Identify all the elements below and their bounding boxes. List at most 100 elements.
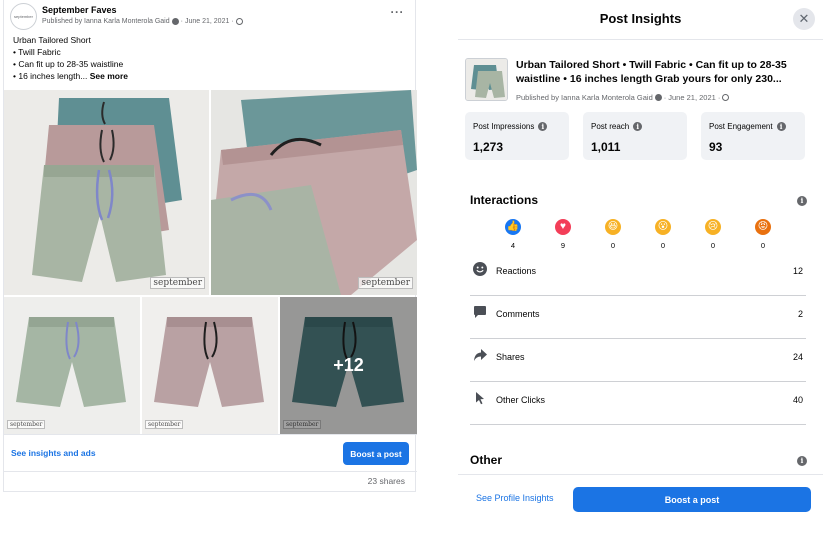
post-actions-bar: See insights and ads Boost a post xyxy=(4,434,417,472)
post-thumbnail-image xyxy=(466,59,507,100)
byline-separator: · xyxy=(180,18,183,25)
stat-label-text: Post Impressions xyxy=(473,122,535,131)
stat-value: 93 xyxy=(709,140,723,154)
sage-short-image xyxy=(4,297,140,434)
post-date: June 21, 2021 xyxy=(668,93,716,102)
reaction-count: 0 xyxy=(660,241,666,250)
watermark: september xyxy=(145,420,184,429)
panel-footer: See Profile Insights Boost a post xyxy=(458,474,823,518)
info-icon[interactable]: i xyxy=(633,122,643,131)
haha-icon: 😆 xyxy=(605,219,621,235)
page-name[interactable]: September Faves xyxy=(42,5,117,15)
reaction-like: 👍 4 xyxy=(502,219,524,250)
love-icon: ♥ xyxy=(555,219,571,235)
stat-card-engagement: Post Engagement i 93 xyxy=(701,112,805,160)
metric-label: Reactions xyxy=(496,266,537,276)
photo-teal-short-more[interactable]: september +12 xyxy=(280,297,417,434)
info-icon[interactable]: i xyxy=(538,122,548,131)
stat-label: Post reach i xyxy=(591,122,643,131)
post-text-line: • Twill Fabric xyxy=(13,47,61,57)
more-options-icon[interactable]: ··· xyxy=(391,5,405,19)
other-info-icon[interactable]: i xyxy=(797,456,807,466)
reaction-count: 0 xyxy=(610,241,616,250)
stat-label-text: Post reach xyxy=(591,122,630,131)
byline-separator: · xyxy=(663,93,667,102)
interactions-title: Interactions xyxy=(470,193,539,207)
post-text-line-last: • 16 inches length... See more xyxy=(13,70,408,82)
info-circle-icon[interactable] xyxy=(171,18,179,25)
cursor-icon xyxy=(476,392,484,405)
metric-value: 12 xyxy=(792,266,803,276)
photo-grid: september september september september … xyxy=(4,90,417,434)
metric-value: 2 xyxy=(797,309,803,319)
watermark: september xyxy=(150,277,205,289)
see-insights-link[interactable]: See insights and ads xyxy=(11,448,96,458)
boost-post-button[interactable]: Boost a post xyxy=(343,442,409,465)
metric-label: Other Clicks xyxy=(496,395,546,405)
reaction-sad: 😢 0 xyxy=(702,219,724,250)
stat-label: Post Engagement i xyxy=(709,122,786,131)
globe-icon xyxy=(235,18,243,25)
photo-stacked-shorts[interactable]: september xyxy=(4,90,209,295)
reaction-count: 0 xyxy=(760,241,766,250)
panel-title: Post Insights xyxy=(599,11,682,26)
more-photos-count: +12 xyxy=(333,355,364,375)
stat-label-text: Post Engagement xyxy=(709,122,773,131)
see-more-link[interactable]: See more xyxy=(90,71,128,81)
metric-row-comments[interactable]: Comments 2 xyxy=(470,297,806,339)
avatar-text: september xyxy=(14,14,33,19)
smiley-icon xyxy=(473,262,487,276)
reaction-haha: 😆 0 xyxy=(602,219,624,250)
see-profile-insights-link[interactable]: See Profile Insights xyxy=(476,493,554,503)
post-text-line: Urban Tailored Short xyxy=(13,35,91,45)
metric-row-shares[interactable]: Shares 24 xyxy=(470,340,806,382)
byline-separator-2: · xyxy=(717,93,721,102)
stat-value: 1,273 xyxy=(473,140,504,154)
boost-post-button-large[interactable]: Boost a post xyxy=(573,487,811,512)
info-circle-icon[interactable] xyxy=(654,94,662,101)
published-by-text: Published by Ianna Karla Monterola Gaid xyxy=(42,18,170,25)
metric-row-reactions[interactable]: Reactions 12 xyxy=(470,254,806,296)
metric-value: 40 xyxy=(792,395,803,405)
photo-waistband-closeup[interactable]: september xyxy=(211,90,417,295)
close-button[interactable]: ✕ xyxy=(793,8,815,30)
photo-sage-short[interactable]: september xyxy=(4,297,140,434)
reaction-wow: 😮 0 xyxy=(652,219,674,250)
sad-icon: 😢 xyxy=(705,219,721,235)
angry-icon: 😡 xyxy=(755,219,771,235)
more-photos-overlay[interactable]: +12 xyxy=(280,297,417,434)
info-icon[interactable]: i xyxy=(776,122,786,131)
share-icon xyxy=(474,349,487,361)
comment-icon xyxy=(474,306,486,318)
post-card: september September Faves Published by I… xyxy=(3,0,417,492)
post-text: Urban Tailored Short • Twill Fabric • Ca… xyxy=(13,34,408,82)
post-text-line: • Can fit up to 28-35 waistline xyxy=(13,59,124,69)
globe-icon xyxy=(722,94,730,101)
stat-card-impressions: Post Impressions i 1,273 xyxy=(465,112,569,160)
post-summary-title[interactable]: Urban Tailored Short • Twill Fabric • Ca… xyxy=(516,58,812,86)
interactions-info-icon[interactable]: i xyxy=(797,196,807,206)
reaction-love: ♥ 9 xyxy=(552,219,574,250)
stacked-shorts-image xyxy=(4,90,209,295)
post-summary-byline: Published by Ianna Karla Monterola Gaid … xyxy=(516,93,730,102)
like-icon: 👍 xyxy=(505,219,521,235)
page-avatar[interactable]: september xyxy=(10,3,37,30)
post-text-line: • 16 inches length... xyxy=(13,71,88,81)
reaction-count: 0 xyxy=(710,241,716,250)
stat-label: Post Impressions i xyxy=(473,122,548,131)
post-date[interactable]: June 21, 2021 xyxy=(185,18,229,25)
shares-count[interactable]: 23 shares xyxy=(368,476,405,486)
byline-separator-2: · xyxy=(231,18,234,25)
post-insights-panel: Post Insights ✕ Urban Tailored Short • T… xyxy=(458,0,823,518)
photo-pink-short[interactable]: september xyxy=(142,297,278,434)
close-icon: ✕ xyxy=(798,11,810,26)
panel-divider xyxy=(458,39,823,40)
reaction-angry: 😡 0 xyxy=(752,219,774,250)
wow-icon: 😮 xyxy=(655,219,671,235)
metric-row-other-clicks[interactable]: Other Clicks 40 xyxy=(470,383,806,425)
stat-card-reach: Post reach i 1,011 xyxy=(583,112,687,160)
reaction-count: 4 xyxy=(510,241,516,250)
metric-label: Comments xyxy=(496,309,540,319)
metric-label: Shares xyxy=(496,352,525,362)
post-header: september September Faves Published by I… xyxy=(10,3,410,31)
